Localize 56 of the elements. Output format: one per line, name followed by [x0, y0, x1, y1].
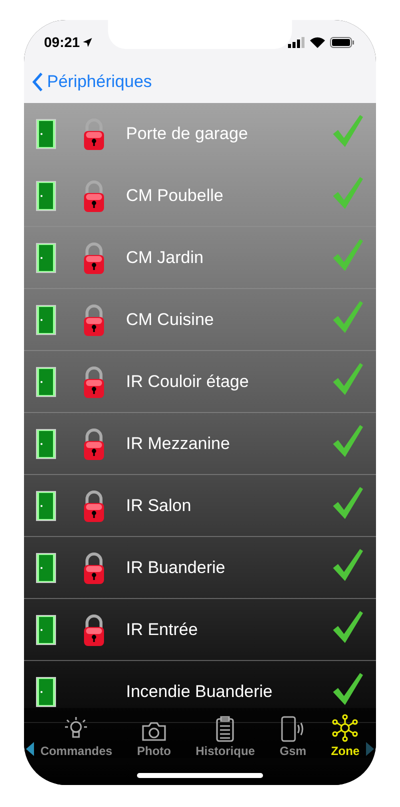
- network-icon: [331, 714, 360, 742]
- checkmark-icon: [332, 362, 364, 396]
- phone-signal-icon: [280, 716, 306, 742]
- door-icon: [36, 428, 56, 458]
- padlock-icon: [82, 488, 106, 522]
- zone-name: CM Poubelle: [126, 186, 224, 206]
- zone-name: IR Mezzanine: [126, 434, 231, 454]
- checkmark-icon: [332, 238, 364, 272]
- zone-name: IR Salon: [126, 496, 192, 516]
- checkmark-icon: [332, 486, 364, 520]
- location-arrow-icon: [82, 38, 92, 46]
- padlock-icon: [82, 426, 106, 460]
- door-icon: [36, 614, 56, 644]
- door-icon: [36, 242, 56, 272]
- camera-icon: [140, 720, 167, 742]
- checkmark-icon: [332, 548, 364, 582]
- checkmark-icon: [332, 114, 364, 148]
- door-icon: [36, 676, 56, 706]
- door-icon: [36, 118, 56, 148]
- door-icon: [36, 304, 56, 334]
- checkmark-icon: [332, 672, 364, 706]
- clipboard-icon: [215, 716, 236, 742]
- tab-button[interactable]: Commandes: [40, 716, 112, 758]
- wifi-icon: [310, 36, 325, 48]
- padlock-icon: [82, 240, 106, 274]
- zone-name: IR Buanderie: [126, 558, 226, 578]
- clock-time: 09:21: [44, 34, 80, 50]
- tab-button[interactable]: Historique: [196, 716, 255, 758]
- padlock-icon: [82, 364, 106, 398]
- zone-name: IR Entrée: [126, 620, 199, 640]
- tab-button[interactable]: Zone: [330, 714, 360, 758]
- padlock-icon: [82, 116, 106, 150]
- door-icon: [36, 490, 56, 520]
- zone-name: IR Couloir étage: [126, 372, 250, 392]
- padlock-icon: [82, 302, 106, 336]
- padlock-icon: [82, 612, 106, 646]
- zone-name: Porte de garage: [126, 124, 249, 144]
- tab-button[interactable]: Gsm: [280, 716, 306, 758]
- tab-button[interactable]: Photo: [136, 720, 171, 758]
- checkmark-icon: [332, 176, 364, 210]
- padlock-icon: [82, 550, 106, 584]
- scroll-left-icon[interactable]: [26, 742, 34, 756]
- door-icon: [36, 552, 56, 582]
- zone-name: CM Jardin: [126, 248, 204, 268]
- door-icon: [36, 180, 56, 210]
- door-icon: [36, 366, 56, 396]
- back-chevron-icon: [32, 72, 43, 92]
- checkmark-icon: [332, 424, 364, 458]
- battery-icon: [330, 36, 354, 48]
- signal-icon: [288, 36, 305, 48]
- zone-name: Incendie Buanderie: [126, 682, 274, 702]
- checkmark-icon: [332, 610, 364, 644]
- zone-name: CM Cuisine: [126, 310, 215, 330]
- padlock-icon: [82, 178, 106, 212]
- back-button[interactable]: Périphériques: [32, 72, 152, 92]
- checkmark-icon: [332, 300, 364, 334]
